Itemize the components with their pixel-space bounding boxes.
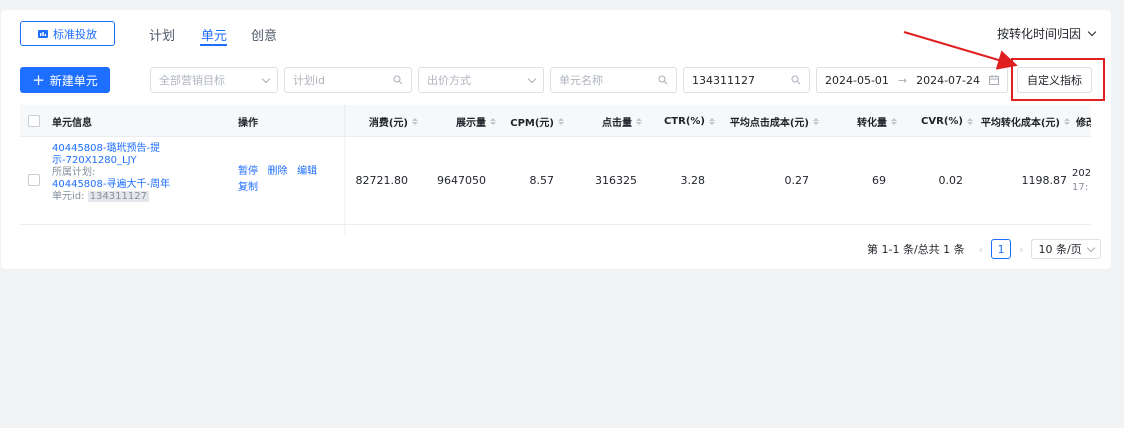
annotation-overlay	[903, 31, 1105, 101]
annotation-highlight-box	[1011, 58, 1105, 101]
annotation-arrow	[903, 31, 1018, 70]
